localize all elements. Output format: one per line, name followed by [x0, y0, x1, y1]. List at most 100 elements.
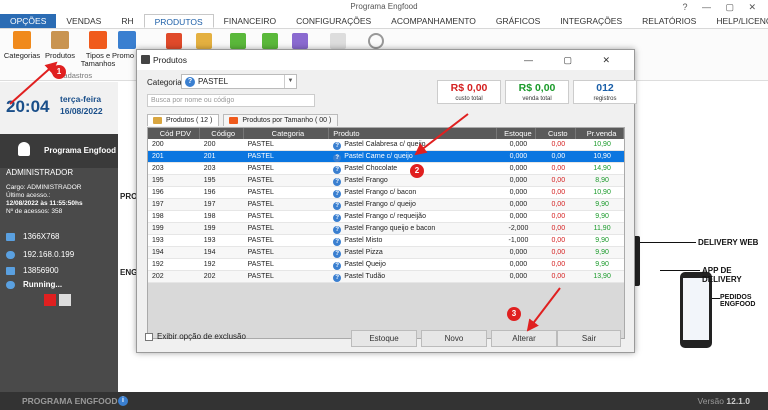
table-row[interactable]: 202 202 PASTEL? Pastel Tudão 0,000 0,00 13,90: [148, 271, 624, 283]
table-row[interactable]: 193 193 PASTEL? Pastel Misto -1,000 0,00 9,90: [148, 235, 624, 247]
alterar-button[interactable]: Alterar: [491, 330, 557, 347]
cell-categoria: PASTEL: [244, 235, 330, 246]
cell-estoque: 0,000: [497, 175, 537, 186]
search-icon[interactable]: [368, 33, 384, 49]
menu-integracoes[interactable]: INTEGRAÇÕES: [550, 14, 632, 28]
cell-categoria: PASTEL: [244, 211, 330, 222]
dialog-app-icon: [141, 55, 150, 64]
tool-icon[interactable]: [196, 33, 212, 49]
tab-produtos-tamanho[interactable]: Produtos por Tamanho ( 00 ): [223, 114, 339, 126]
clock-time: 20:04: [6, 97, 50, 116]
col-produto[interactable]: Produto: [329, 128, 497, 139]
ribbon-categorias-button[interactable]: Categorias: [2, 31, 42, 60]
col-categoria[interactable]: Categoria: [244, 128, 330, 139]
logo-red-icon[interactable]: [44, 294, 56, 306]
sair-button[interactable]: Sair: [557, 330, 621, 347]
menu-acompanhamento[interactable]: ACOMPANHAMENTO: [381, 14, 486, 28]
info-icon[interactable]: i: [118, 396, 128, 406]
logo-blue-icon[interactable]: [59, 294, 71, 306]
cell-cod-pdv: 195: [148, 175, 200, 186]
novo-button[interactable]: Novo: [421, 330, 487, 347]
version-value: 12.1.0: [726, 396, 750, 406]
menu-rh[interactable]: RH: [111, 14, 143, 28]
help-icon: ?: [333, 274, 342, 282]
resolution-value: 1366X768: [23, 232, 60, 241]
table-row[interactable]: 192 192 PASTEL? Pastel Queijo 0,000 0,00 9,90: [148, 259, 624, 271]
size-icon: [229, 117, 239, 124]
cell-estoque-text: -2,000: [508, 225, 529, 232]
table-row[interactable]: 196 196 PASTEL? Pastel Frango c/ bacon 0,000…: [148, 187, 624, 199]
stat-custo-caption: custo total: [455, 96, 483, 102]
col-pr-venda[interactable]: Pr.venda: [576, 128, 625, 139]
cell-produto: ? Pastel Misto: [329, 235, 496, 246]
menu-help-licenca[interactable]: HELP/LICENÇA: [706, 14, 768, 28]
cell-codigo-text: 200: [203, 141, 216, 148]
import-icon[interactable]: [230, 33, 246, 49]
menu-graficos[interactable]: GRÁFICOS: [486, 14, 550, 28]
stat-venda-caption: venda total: [522, 96, 552, 102]
col-estoque[interactable]: Estoque: [497, 128, 537, 139]
cell-pr-venda: 9,90: [576, 259, 624, 270]
print-icon[interactable]: [292, 33, 308, 49]
menu-configuracoes[interactable]: CONFIGURAÇÕES: [286, 14, 381, 28]
search-input[interactable]: Busca por nome ou código: [147, 94, 315, 107]
cell-codigo: 197: [200, 199, 244, 210]
menu-relatorios[interactable]: RELATÓRIOS: [632, 14, 706, 28]
table-row[interactable]: 201 201 PASTEL? Pastel Carne c/ queijo 0,000…: [148, 151, 624, 163]
tab-produtos[interactable]: Produtos ( 12 ): [147, 114, 220, 126]
ribbon-produtos-button[interactable]: Produtos: [40, 31, 80, 60]
cell-estoque-text: 0,000: [509, 261, 528, 268]
report-icon[interactable]: [166, 33, 182, 49]
user-cargo: Cargo: ADMINISTRADOR: [6, 184, 82, 191]
cell-categoria-text: PASTEL: [247, 225, 274, 232]
app-delivery-label: APP DE DELIVERY: [702, 266, 742, 284]
cell-estoque-text: 0,000: [509, 153, 528, 160]
export-icon[interactable]: [262, 33, 278, 49]
cell-categoria-text: PASTEL: [247, 165, 274, 172]
cell-produto: ? Pastel Queijo: [329, 259, 496, 270]
window-controls[interactable]: ? — ▢ ✕: [682, 0, 762, 14]
cell-produto: ? Pastel Frango c/ requeijão: [329, 211, 496, 222]
cell-cod-pdv-text: 201: [152, 153, 164, 160]
categoria-select[interactable]: ? PASTEL ▼: [181, 74, 297, 89]
col-codigo[interactable]: Código: [200, 128, 244, 139]
col-custo[interactable]: Custo: [536, 128, 577, 139]
cell-categoria-text: PASTEL: [247, 237, 274, 244]
cell-estoque: 0,000: [497, 271, 537, 282]
cell-estoque-text: 0,000: [509, 141, 528, 148]
menu-opcoes[interactable]: OPÇÕES: [0, 14, 57, 28]
help-icon: ?: [333, 214, 342, 222]
menu-financeiro[interactable]: FINANCEIRO: [214, 14, 286, 28]
estoque-button[interactable]: Estoque: [351, 330, 417, 347]
cell-custo-text: 0,00: [551, 213, 566, 220]
table-row[interactable]: 198 198 PASTEL? Pastel Frango c/ requeijão 0…: [148, 211, 624, 223]
chevron-down-icon[interactable]: ▼: [284, 75, 296, 88]
menu-produtos[interactable]: PRODUTOS: [143, 14, 214, 28]
checkbox-box[interactable]: [145, 332, 153, 341]
callout-line-1: [640, 242, 696, 243]
cell-codigo: 203: [200, 163, 244, 174]
cell-codigo-text: 201: [203, 153, 216, 160]
help-icon: ?: [333, 142, 342, 150]
table-row[interactable]: 194 194 PASTEL? Pastel Pizza 0,000 0,00 9,90: [148, 247, 624, 259]
cell-custo: 0,00: [536, 163, 576, 174]
version-label: Versão: [697, 396, 724, 406]
categoria-value: PASTEL: [198, 77, 229, 86]
table-row[interactable]: 199 199 PASTEL? Pastel Frango queijo e baco…: [148, 223, 624, 235]
table-row[interactable]: 200 200 PASTEL? Pastel Calabresa c/ queijo 0…: [148, 139, 624, 151]
categoria-label: Categoria: [147, 78, 182, 87]
col-cod-pdv[interactable]: Cód PDV: [148, 128, 200, 139]
exclusao-checkbox[interactable]: Exibir opção de exclusão: [145, 332, 246, 341]
table-row[interactable]: 203 203 PASTEL? Pastel Chocolate 0,000 0,00 14…: [148, 163, 624, 175]
marker-1: 1: [52, 65, 66, 79]
cell-produto-text: Pastel Frango c/ queijo: [344, 201, 416, 208]
table-row[interactable]: 197 197 PASTEL? Pastel Frango c/ queijo 0,00…: [148, 199, 624, 211]
ip-value: 192.168.0.199: [23, 250, 75, 259]
folder-icon: [153, 117, 162, 124]
cell-codigo-text: 197: [203, 201, 216, 208]
code-icon[interactable]: [330, 33, 346, 49]
menu-vendas[interactable]: VENDAS: [56, 14, 111, 28]
cell-pr-venda: 9,90: [576, 247, 624, 258]
table-row[interactable]: 195 195 PASTEL? Pastel Frango 0,000 0,00 8,90: [148, 175, 624, 187]
dialog-window-controls[interactable]: — ▢ ✕: [524, 50, 624, 70]
